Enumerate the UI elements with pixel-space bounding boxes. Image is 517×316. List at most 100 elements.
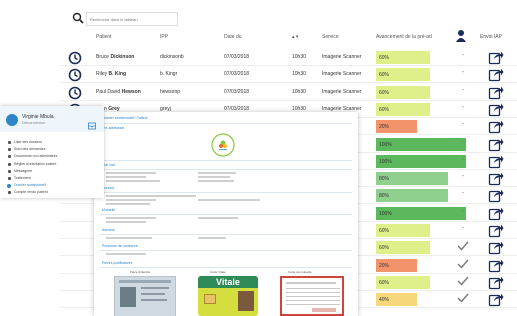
progress-bar: 100% [376,206,466,220]
progress-label: 60% [379,228,390,234]
col-date[interactable]: Date du [224,34,242,40]
progress-bar: 20% [376,120,466,134]
share-icon[interactable] [488,291,504,307]
progress-bar: 60% [376,224,466,237]
card-mutuelle-label: Carte de mutuelle [288,270,312,274]
last-name: Hewson [121,88,141,95]
date: 07/03/2018 [224,88,250,95]
check-icon [457,241,469,251]
share-icon[interactable] [488,136,504,152]
user-popup-menu: Virginie Mbula Déconnexion Liste des dos… [0,106,104,198]
status-dash: - [462,86,465,94]
share-icon[interactable] [488,222,504,238]
clock-icon [68,86,82,99]
progress-bar: 60% [376,68,466,82]
table-row[interactable]: Paul David Hewson hewsonp 07/03/2018 10h30 I… [60,83,517,101]
menu-bullet-icon [7,184,11,189]
first-name: Bruce [96,54,111,60]
share-icon[interactable] [488,153,504,169]
progress-label: 60% [379,89,390,96]
menu-item[interactable]: Règles d'orientation patient [14,162,56,166]
status-dash: - [462,69,465,77]
progress-label: 80% [379,193,390,200]
menu-item[interactable]: Documents non administrés [14,154,57,158]
user-icon [456,30,466,42]
menu-item[interactable]: Suivi des demandes [14,147,46,151]
ipp: b. Kingr [160,71,178,78]
share-icon[interactable] [488,170,504,186]
progress-bar: 60% [376,51,466,64]
status-dash: - [462,173,465,181]
table-row[interactable]: Riley B. King b. Kingr 07/03/2018 10h30 Imag… [60,65,517,84]
status-dash: - [462,138,465,146]
time: 10h30 [292,54,306,60]
share-icon[interactable] [488,118,504,134]
progress-bar: 60% [376,102,466,116]
check-icon [457,259,469,269]
service: Imagerie Scanner [322,71,362,78]
table-row[interactable]: Bruce Dickinson dickinsonb 07/03/2018 10h30… [60,48,517,66]
progress-bar: 100% [376,137,466,151]
doc-section-7: Pièces justificatives [102,261,133,265]
status-dash: - [462,103,465,111]
share-icon[interactable] [488,66,504,82]
progress-label: 100% [379,210,392,217]
progress-label: 60% [379,245,390,252]
share-icon[interactable] [488,49,504,65]
mutuelle-card-image[interactable] [280,276,344,316]
progress-bar: 60% [376,85,466,99]
status-dash: - [462,155,465,163]
patient-name: Bruce Dickinson [96,54,134,60]
col-ipp[interactable]: IPP [160,34,168,40]
menu-item[interactable]: Traitement [14,176,31,180]
progress-label: 100% [379,141,392,148]
menu-item[interactable]: Liste des dossiers [14,140,42,144]
progress-bar: 100% [376,154,466,168]
date: 07/03/2018 [224,54,250,60]
menu-item[interactable]: Messagerie [14,169,32,173]
col-progress[interactable]: Avancement de la pré-ad [376,34,432,40]
progress-label: 100% [379,158,392,165]
service: Imagerie Scanner [322,88,362,95]
first-name: Riley [96,71,109,78]
share-icon[interactable] [488,84,504,100]
menu-item[interactable]: Compte rendu patient [14,190,48,194]
menu-item[interactable]: Dossier administratif [14,183,46,187]
progress-label: 60% [379,72,390,79]
col-service[interactable]: Service [322,34,339,40]
share-icon[interactable] [488,257,504,273]
ipp: greyj [160,105,171,112]
share-icon[interactable] [488,101,504,117]
card-vitale-label: Carte Vitale [210,270,226,274]
time: 10h30 [292,71,306,78]
share-icon[interactable] [488,187,504,203]
service: Imagerie Scanner [322,54,362,60]
patient-name: Paul David Hewson [96,89,141,95]
search-icon[interactable] [72,12,84,24]
document-preview: Dossier administratif / Patient Pré-admi… [94,112,358,316]
col-envoi[interactable]: Envoi IAP [480,34,502,40]
time: 10h30 [292,88,306,95]
progress-bar: 80% [376,189,466,203]
status-dash: - [462,207,465,215]
ipp: hewsonp [160,88,181,95]
share-icon[interactable] [488,239,504,255]
patient-name: Riley B. King [96,71,126,77]
inbox-icon[interactable] [88,122,96,130]
share-icon[interactable] [488,274,504,290]
progress-bar: 80% [376,172,466,186]
id-card-image[interactable] [114,276,176,316]
doc-section-1: Pré-admission [102,126,125,130]
logout-link[interactable]: Déconnexion [22,120,45,125]
date: 07/03/2018 [224,105,250,112]
col-sort[interactable]: ▴ ▾ [292,34,298,40]
menu-bullet-icon [8,177,11,180]
share-icon[interactable] [488,205,504,221]
ipp: dickinsonb [160,54,184,60]
search-input[interactable] [86,12,178,26]
progress-bar: 60% [376,275,466,289]
status-dash: - [462,225,465,232]
time: 10h30 [292,105,306,112]
col-patient[interactable]: Patient [96,34,112,40]
vitale-card-image[interactable]: Vitale [198,276,258,316]
